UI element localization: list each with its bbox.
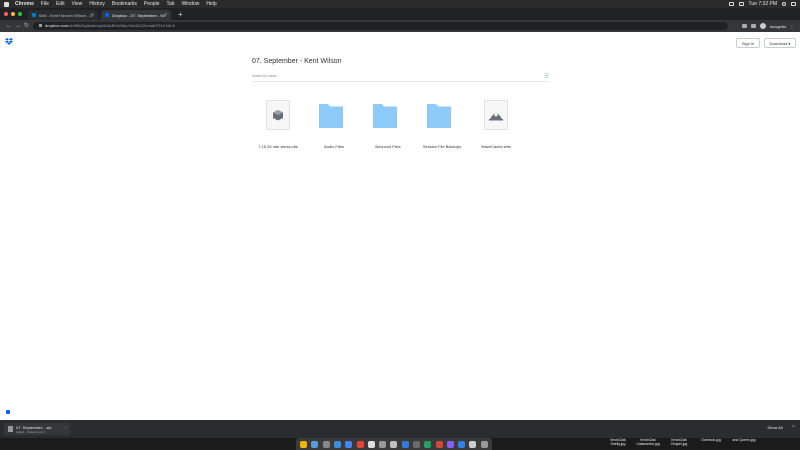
- finder-icon[interactable]: [300, 440, 308, 448]
- dropbox-favicon-icon: [105, 13, 109, 17]
- desktop-file-name: and Queen.jpg: [732, 438, 756, 442]
- close-icon[interactable]: ×: [792, 424, 795, 430]
- download-status: Failed - Network error: [16, 430, 46, 434]
- chrome-icon[interactable]: [345, 440, 353, 448]
- tab-mail[interactable]: Mail - Kent Hansen Wilson - O ×: [28, 10, 98, 20]
- folder-icon: [373, 104, 397, 128]
- lock-icon[interactable]: [39, 24, 42, 28]
- menu-kebab-icon[interactable]: ⋮: [790, 24, 794, 29]
- sign-in-button[interactable]: Sign in: [736, 38, 760, 48]
- file-name[interactable]: WaveCache.wfm: [464, 144, 528, 149]
- app-icon[interactable]: [435, 440, 443, 448]
- outlook-favicon-icon: [32, 13, 36, 17]
- dropbox-logo-icon[interactable]: [5, 38, 13, 45]
- menu-history[interactable]: History: [89, 0, 105, 8]
- audio-file-icon: [484, 100, 508, 130]
- chevron-up-icon[interactable]: ⌃: [64, 426, 67, 431]
- menu-clock[interactable]: Tue 7:32 PM: [749, 1, 777, 7]
- dropbox-page: Sign in Download ▾ 07. September - Kent …: [0, 32, 800, 420]
- menu-edit[interactable]: Edit: [56, 0, 65, 8]
- tab-strip: Mail - Kent Hansen Wilson - O × Dropbox …: [0, 8, 800, 20]
- zoom-window-icon[interactable]: [18, 12, 22, 16]
- app-icon[interactable]: [469, 440, 477, 448]
- battery-icon[interactable]: [738, 2, 744, 6]
- wifi-icon[interactable]: [728, 2, 734, 6]
- dock: [296, 438, 492, 450]
- status-area: Tue 7:32 PM: [728, 0, 796, 8]
- tab-label: Mail - Kent Hansen Wilson - O: [39, 12, 93, 18]
- download-button[interactable]: Download ▾: [764, 38, 796, 48]
- header-divider: [252, 81, 550, 82]
- incognito-icon[interactable]: [759, 23, 766, 29]
- menu-tab[interactable]: Tab: [167, 0, 175, 8]
- menu-people[interactable]: People: [144, 0, 160, 8]
- close-window-icon[interactable]: [4, 12, 8, 16]
- window-controls: [4, 12, 22, 16]
- close-tab-icon[interactable]: ×: [164, 12, 167, 18]
- app-icon[interactable]: [446, 440, 454, 448]
- app-icon[interactable]: [412, 440, 420, 448]
- search-icon[interactable]: [782, 2, 786, 6]
- minimize-window-icon[interactable]: [11, 12, 15, 16]
- control-center-icon[interactable]: [791, 2, 796, 6]
- menu-help[interactable]: Help: [206, 0, 216, 8]
- close-tab-icon[interactable]: ×: [91, 12, 94, 18]
- menu-file[interactable]: File: [41, 0, 49, 8]
- menu-bookmarks[interactable]: Bookmarks: [112, 0, 137, 8]
- package-file-icon: [266, 100, 290, 130]
- app-icon[interactable]: [311, 440, 319, 448]
- list-view-icon[interactable]: [544, 73, 549, 78]
- app-icon[interactable]: [356, 440, 364, 448]
- folder-icon: [319, 104, 343, 128]
- star-icon[interactable]: [750, 24, 756, 28]
- url-host: dropbox.com: [45, 23, 69, 28]
- chat-icon[interactable]: [6, 410, 10, 414]
- apple-icon[interactable]: [4, 1, 9, 7]
- folder-icon: [427, 104, 451, 128]
- app-icon[interactable]: [322, 440, 330, 448]
- app-icon[interactable]: [379, 440, 387, 448]
- app-icon[interactable]: [390, 440, 398, 448]
- trash-icon[interactable]: [480, 440, 488, 448]
- file-icon: [8, 426, 13, 432]
- incognito-label[interactable]: Incognito: [770, 24, 786, 29]
- tab-dropbox[interactable]: Dropbox - 07. September - Ke ×: [101, 10, 171, 20]
- desktop-file-name: Chapel.jpg: [670, 442, 688, 446]
- app-icon[interactable]: [424, 440, 432, 448]
- file-name[interactable]: 7.15.20 ode sierra,ults: [246, 144, 310, 149]
- downloads-bar: 07. September....zip Failed - Network er…: [0, 420, 800, 438]
- show-all-button[interactable]: Show All: [762, 423, 788, 433]
- page-title: 07. September - Kent Wilson: [252, 58, 342, 65]
- app-icon[interactable]: [401, 440, 409, 448]
- reload-button[interactable]: ↻: [24, 22, 29, 30]
- menu-window[interactable]: Window: [182, 0, 200, 8]
- new-tab-button[interactable]: +: [178, 10, 183, 20]
- back-button[interactable]: ←: [6, 22, 12, 30]
- app-icon[interactable]: [367, 440, 375, 448]
- sort-label[interactable]: Sorted by name: [252, 74, 277, 78]
- url-path: /sh/f8fn3q4bsihmq34/AABVsS8oLSmIA2ZZumaK…: [68, 23, 175, 28]
- download-item[interactable]: 07. September....zip Failed - Network er…: [4, 423, 70, 435]
- safari-icon[interactable]: [333, 440, 341, 448]
- macos-dock-area: Kevin/Zak Shelly.jpg Kevin/Zak Catacombs…: [0, 438, 800, 450]
- app-icon[interactable]: [458, 440, 466, 448]
- browser-toolbar: ← → ↻ dropbox.com/sh/f8fn3q4bsihmq34/AAB…: [0, 20, 800, 32]
- toolbar-actions: Incognito ⋮: [741, 22, 794, 30]
- address-bar[interactable]: dropbox.com/sh/f8fn3q4bsihmq34/AABVsS8oL…: [33, 22, 728, 30]
- macos-menu-bar: Chrome File Edit View History Bookmarks …: [0, 0, 800, 8]
- desktop-file[interactable]: and Queen.jpg: [724, 438, 764, 442]
- menu-app-name[interactable]: Chrome: [15, 0, 34, 8]
- eye-icon[interactable]: [741, 24, 747, 28]
- forward-button[interactable]: →: [15, 22, 21, 30]
- tab-label: Dropbox - 07. September - Ke: [112, 12, 166, 18]
- menu-view[interactable]: View: [72, 0, 83, 8]
